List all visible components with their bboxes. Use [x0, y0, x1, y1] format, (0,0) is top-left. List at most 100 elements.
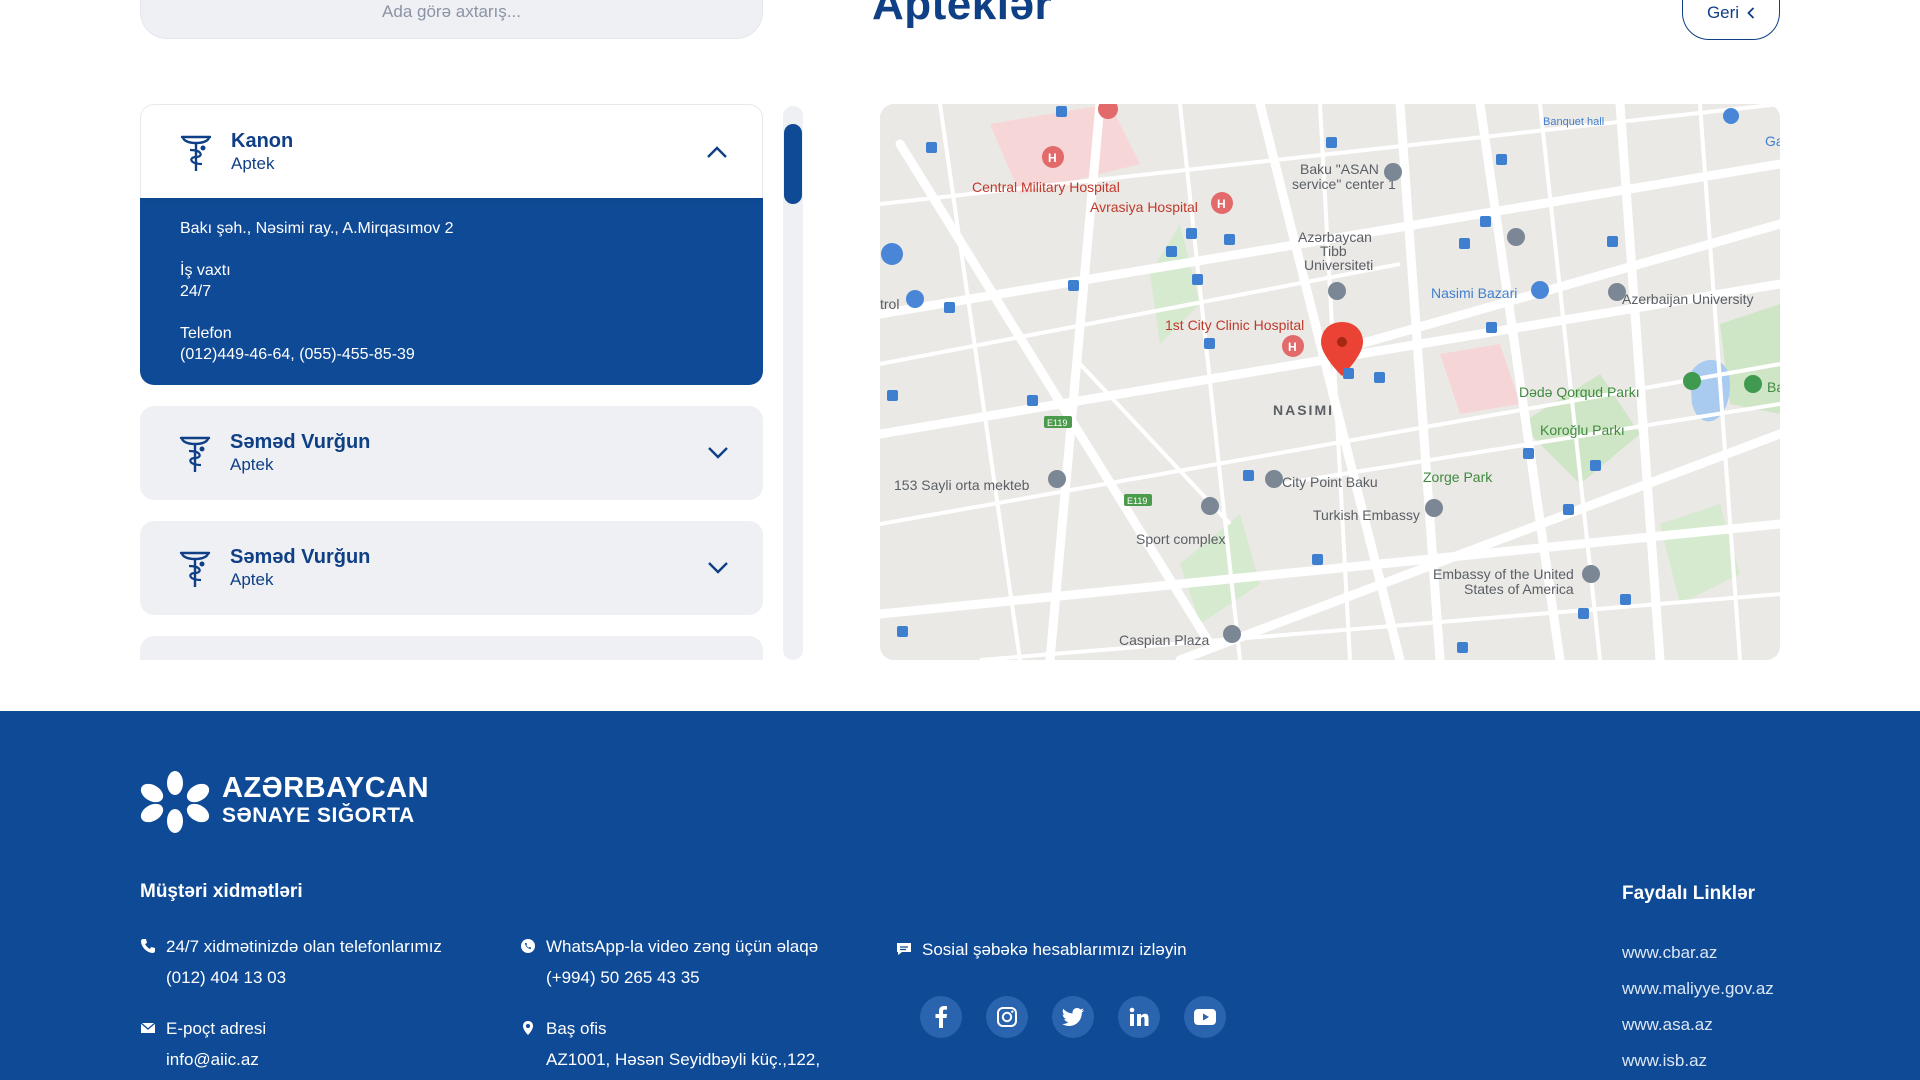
logo-line2: SƏNAYE SIĞORTA	[222, 804, 415, 827]
link-maliyye[interactable]: www.maliyye.gov.az	[1622, 971, 1774, 1007]
map-label-city-point: City Point Baku	[1282, 474, 1378, 490]
pharmacy-name: Səməd Vurğun	[230, 546, 371, 568]
chevron-down-icon[interactable]	[707, 561, 729, 575]
linkedin-icon[interactable]	[1118, 996, 1160, 1038]
pharmacy-type: Aptek	[231, 153, 275, 173]
logo-line1: AZƏRBAYCAN	[222, 772, 430, 804]
map-label-clinic: 1st City Clinic Hospital	[1165, 317, 1304, 333]
list-scrollbar[interactable]	[783, 106, 803, 660]
customer-services-heading: Müştəri xidmətləri	[140, 881, 303, 902]
map-label-nasimi-bazari: Nasimi Bazari	[1431, 285, 1517, 301]
pharmacy-icon	[179, 551, 211, 587]
pharmacy-card[interactable]: Səməd Vurğun Aptek	[140, 406, 763, 500]
map-label-sport: Sport complex	[1136, 531, 1225, 547]
youtube-icon[interactable]	[1184, 996, 1226, 1038]
pharmacy-name: Kanon	[231, 129, 294, 152]
map-label-e119b: E119	[1127, 496, 1147, 506]
social-label: Sosial şəbəkə hesablarımızı izləyin	[922, 940, 1187, 959]
location-pin-icon	[523, 1021, 533, 1035]
phone-label: Telefon	[180, 325, 232, 342]
pharmacy-icon	[179, 436, 211, 472]
search-box[interactable]	[140, 0, 763, 39]
email-contact: E-poçt adresi info@aiic.az	[140, 1013, 266, 1075]
map-label-trol: trol	[880, 296, 899, 312]
phone-label: 24/7 xidmətinizdə olan telefonlarımız	[166, 937, 442, 956]
map-label-koroglu: Koroğlu Parkı	[1540, 422, 1625, 438]
hours-label: İş vaxtı	[180, 262, 231, 279]
phone-icon	[141, 939, 155, 953]
map-label-ga: Ga	[1765, 133, 1780, 149]
link-isb[interactable]: www.isb.az	[1622, 1043, 1774, 1079]
back-button[interactable]: Geri	[1682, 0, 1780, 40]
pharmacy-list: Kanon Aptek Bakı şəh., Nəsimi ray., A.Mi…	[140, 104, 763, 660]
link-asa[interactable]: www.asa.az	[1622, 1007, 1774, 1043]
map-label-nasimi: NASIMI	[1273, 402, 1334, 418]
chevron-up-icon[interactable]	[706, 145, 728, 159]
whatsapp-number[interactable]: (+994) 50 265 43 35	[546, 962, 818, 993]
back-button-label: Geri	[1706, 2, 1740, 22]
pharmacy-card-header[interactable]: Səməd Vurğun Aptek	[140, 406, 763, 500]
map-label-caspian: Caspian Plaza	[1119, 632, 1209, 648]
page-title: Apteklər	[872, 0, 1053, 29]
pharmacy-name: Səməd Vurğun	[230, 431, 371, 453]
pharmacy-address: Bakı şəh., Nəsimi ray., A.Mirqasımov 2	[180, 220, 454, 237]
map-label-central-military: Central Military Hospital	[972, 179, 1120, 195]
map-label-ba: Ba	[1767, 379, 1780, 395]
chevron-left-icon	[1747, 6, 1755, 19]
pharmacy-card-header[interactable]: Səməd Vurğun Aptek	[140, 521, 763, 615]
phone-value: (012)449-46-64, (055)-455-85-39	[180, 346, 415, 363]
asterisk-logo-icon	[140, 771, 210, 833]
footer: AZƏRBAYCAN SƏNAYE SIĞORTA Müştəri xidmət…	[0, 711, 1920, 1080]
map-label-turkish: Turkish Embassy	[1313, 507, 1420, 523]
instagram-icon[interactable]	[986, 996, 1028, 1038]
chat-icon	[897, 943, 911, 955]
office-label: Baş ofis	[546, 1019, 607, 1038]
map-label-zorge: Zorge Park	[1423, 469, 1493, 485]
svg-text:H: H	[1048, 151, 1057, 165]
whatsapp-label: WhatsApp-la video zəng üçün əlaqə	[546, 937, 819, 956]
link-cbar[interactable]: www.cbar.az	[1622, 935, 1774, 971]
pharmacy-card[interactable]: Səməd Vurğun Aptek	[140, 521, 763, 615]
pharmacy-card: Kanon Aptek Bakı şəh., Nəsimi ray., A.Mi…	[140, 104, 763, 385]
map-label-az-univ: Azerbaijan University	[1622, 291, 1754, 307]
map-label-school: 153 Sayli orta mektеb	[894, 477, 1030, 493]
office-address: AZ1001, Həsən Seyidbəyli küç.,122,	[546, 1050, 821, 1069]
map-label-asan2: service" center 1	[1292, 176, 1396, 192]
map-label-banquet: Banquet hall	[1543, 116, 1604, 128]
map-label-tibb3: Universiteti	[1304, 257, 1373, 273]
email-label: E-poçt adresi	[166, 1019, 267, 1038]
pharmacy-type: Aptek	[230, 455, 274, 474]
pharmacy-details: Bakı şəh., Nəsimi ray., A.Mirqasımov 2 İ…	[140, 198, 763, 385]
pharmacy-type: Aptek	[230, 570, 274, 589]
envelope-icon	[140, 1022, 156, 1033]
phone-contact: 24/7 xidmətinizdə olan telefonlarımız (0…	[140, 931, 442, 993]
map-label-avrasiya: Avrasiya Hospital	[1090, 199, 1198, 215]
whatsapp-contact: WhatsApp-la video zəng üçün əlaqə (+994)…	[520, 931, 818, 993]
whatsapp-icon	[521, 939, 535, 953]
map[interactable]: Central Military Hospital Avrasiya Hospi…	[880, 104, 1780, 660]
useful-links: www.cbar.az www.maliyye.gov.az www.asa.a…	[1622, 935, 1774, 1079]
phone-number[interactable]: (012) 404 13 03	[166, 962, 442, 993]
svg-text:H: H	[1288, 340, 1297, 354]
email-value[interactable]: info@aiic.az	[166, 1044, 266, 1075]
social-links	[920, 996, 1226, 1038]
scrollbar-thumb[interactable]	[784, 124, 802, 204]
search-input[interactable]	[141, 2, 762, 22]
chevron-down-icon[interactable]	[707, 446, 729, 460]
twitter-icon[interactable]	[1052, 996, 1094, 1038]
pharmacy-card[interactable]	[140, 636, 763, 660]
map-label-embassy-us1: Embassy of the United	[1433, 566, 1574, 582]
pharmacy-card-header[interactable]: Kanon Aptek	[140, 104, 763, 198]
office-contact: Baş ofis AZ1001, Həsən Seyidbəyli küç.,1…	[520, 1013, 820, 1075]
hours-value: 24/7	[180, 283, 212, 300]
company-logo[interactable]: AZƏRBAYCAN SƏNAYE SIĞORTA	[140, 771, 429, 833]
svg-text:H: H	[1217, 197, 1226, 211]
map-label-dede: Dədə Qorqud Parkı	[1519, 384, 1640, 400]
facebook-icon[interactable]	[920, 996, 962, 1038]
map-label-asan: Baku "ASAN	[1300, 161, 1379, 177]
useful-links-heading: Faydalı Linklər	[1622, 883, 1756, 904]
social-contact: Sosial şəbəkə hesablarımızı izləyin	[896, 934, 1187, 965]
pharmacy-icon	[180, 135, 212, 171]
map-label-embassy-us2: States of America	[1464, 581, 1574, 597]
map-label-e119a: E119	[1047, 418, 1067, 428]
